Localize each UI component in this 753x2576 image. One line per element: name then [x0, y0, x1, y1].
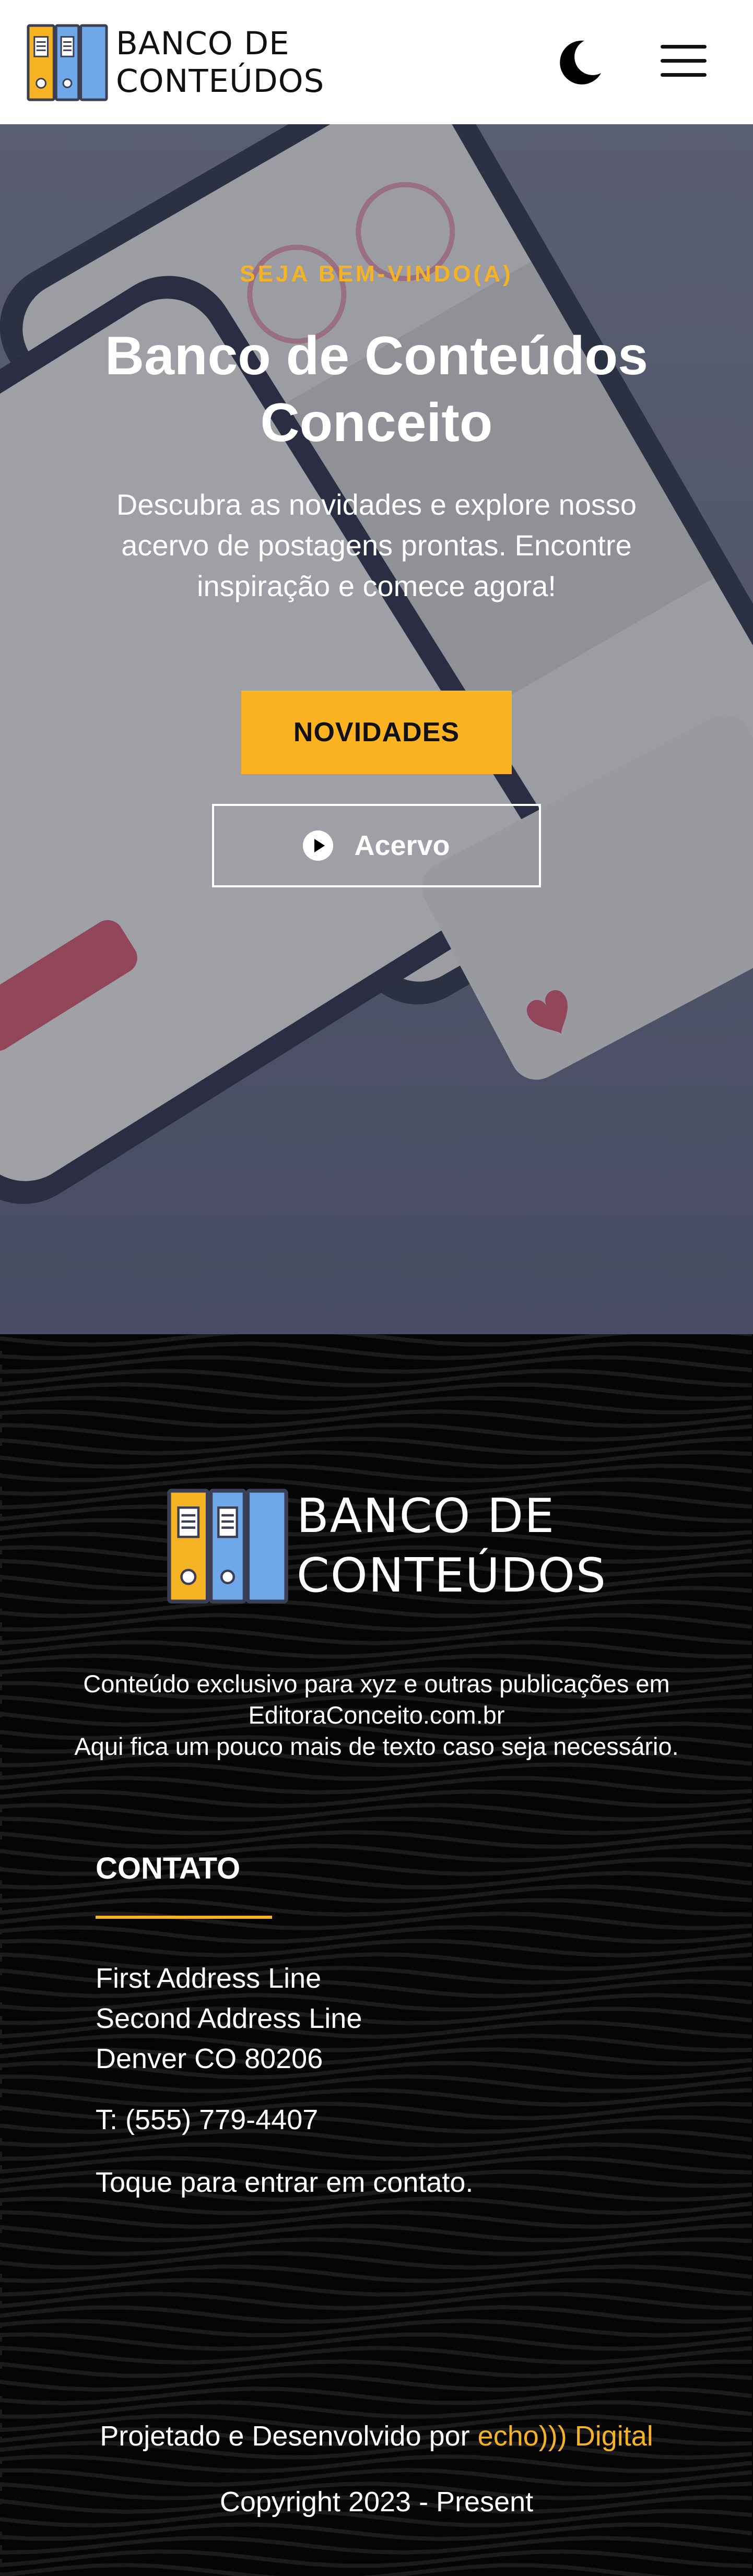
address-line-1: First Address Line [96, 1963, 322, 1994]
binders-logo-icon [27, 24, 108, 101]
site-logo[interactable]: BANCO DE CONTEÚDOS [26, 22, 324, 103]
novidades-button[interactable]: NOVIDADES [241, 691, 512, 774]
credits-prefix: Projetado e Desenvolvido por [100, 2420, 478, 2452]
hero-title-line-1: Banco de Conteúdos [104, 326, 649, 386]
logo-text: BANCO DE CONTEÚDOS [116, 25, 324, 100]
moon-icon[interactable] [557, 39, 602, 86]
address-line-2: Second Address Line [96, 2003, 362, 2034]
welcome-label: SEJA BEM-VINDO(A) [240, 261, 513, 287]
site-header: BANCO DE CONTEÚDOS [0, 0, 753, 124]
acervo-button[interactable]: Acervo [212, 804, 541, 887]
footer-logo-line-2: CONTEÚDOS [297, 1548, 607, 1603]
menu-bar [661, 73, 707, 77]
footer-logo-text: BANCO DE CONTEÚDOS [297, 1487, 607, 1606]
play-circle-icon [303, 830, 334, 861]
phone-number[interactable]: T: (555) 779-4407 [96, 2104, 318, 2136]
footer-description: Conteúdo exclusivo para xyz e outras pub… [31, 1668, 722, 1762]
footer-desc-line-1: Conteúdo exclusivo para xyz e outras pub… [83, 1670, 670, 1697]
footer-logo-line-1: BANCO DE [297, 1489, 556, 1544]
acervo-button-label: Acervo [354, 830, 450, 861]
footer-logo[interactable]: BANCO DE CONTEÚDOS [166, 1486, 607, 1607]
contact-heading-underline [96, 1916, 272, 1919]
contact-link[interactable]: Toque para entrar em contato. [96, 2166, 473, 2199]
binders-logo-icon [167, 1489, 288, 1604]
menu-bar [661, 45, 707, 49]
developer-link[interactable]: echo))) Digital [478, 2420, 653, 2452]
hero-section: SEJA BEM-VINDO(A) Banco de Conteúdos Con… [0, 124, 753, 1334]
credits: Projetado e Desenvolvido por echo))) Dig… [0, 2420, 753, 2452]
hero-description: Descubra as novidades e explore nosso ac… [116, 488, 637, 602]
address-line-3: Denver CO 80206 [96, 2043, 323, 2074]
footer-desc-line-2: EditoraConceito.com.br [248, 1701, 505, 1729]
contact-heading: CONTATO [96, 1851, 241, 1885]
site-footer: BANCO DE CONTEÚDOS Conteúdo exclusivo pa… [0, 1334, 753, 2576]
menu-bar [661, 59, 707, 63]
logo-line-2: CONTEÚDOS [116, 63, 325, 100]
copyright: Copyright 2023 - Present [219, 2486, 534, 2518]
hero-title-line-2: Conceito [260, 393, 493, 453]
address-block: First Address Line Second Address Line D… [96, 1958, 362, 2079]
hamburger-menu-icon[interactable] [661, 45, 707, 77]
logo-line-1: BANCO DE [116, 25, 290, 62]
footer-desc-line-3: Aqui fica um pouco mais de texto caso se… [74, 1732, 679, 1760]
hero-title: Banco de Conteúdos Conceito [0, 323, 753, 456]
